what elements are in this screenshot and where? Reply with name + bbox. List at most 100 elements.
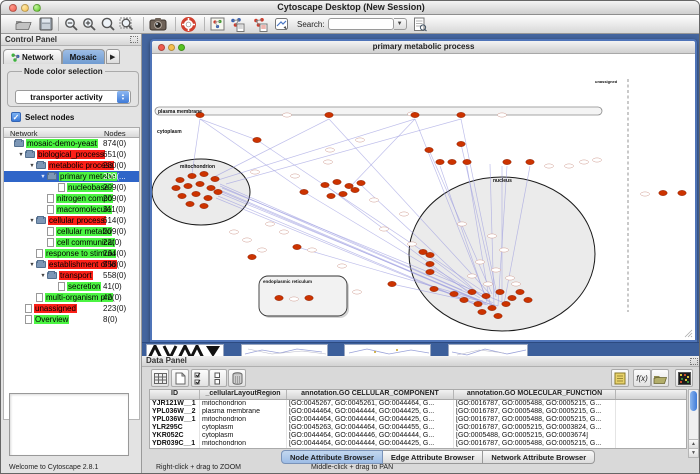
import-attributes-folder-icon[interactable]	[651, 369, 669, 387]
tab-node-attribute-browser[interactable]: Node Attribute Browser	[281, 450, 383, 464]
table-cell[interactable]: mitochondrion	[200, 416, 287, 424]
background-window-fragment[interactable]	[344, 344, 431, 356]
tree-row-nitrogen-compo[interactable]: nitrogen compo209(0)	[4, 193, 139, 204]
select-nodes-checkbox[interactable]: ✓	[11, 112, 21, 122]
table-row-ypl036w-2[interactable]: YPL036W__2plasma membrane[GO:0044464, GO…	[150, 408, 686, 416]
tree-row-secretion[interactable]: secretion41(0)	[4, 281, 139, 292]
float-panel-icon[interactable]	[690, 358, 698, 365]
background-window-fragment[interactable]	[146, 344, 224, 356]
table-cell[interactable]: YJR121W__1	[150, 400, 200, 408]
column-header-annotation-go-molecular-function[interactable]: annotation.GO MOLECULAR_FUNCTION	[454, 390, 616, 399]
vizmapper-icon[interactable]	[274, 15, 289, 33]
tree-row-transport[interactable]: ▼transport558(0)	[4, 270, 139, 281]
tree-row-response-to-stimulu[interactable]: response to stimulu264(0)	[4, 248, 139, 259]
node-color-dropdown[interactable]: transporter activity ▲▼	[15, 90, 131, 104]
table-row-ykr052c[interactable]: YKR052Ccytoplasm[GO:0044464, GO:0044446,…	[150, 432, 686, 440]
expand-arrow-icon[interactable]: ▼	[39, 174, 47, 180]
table-cell[interactable]: YDR039C__1	[150, 440, 200, 448]
table-cell[interactable]: YLR295C	[150, 424, 200, 432]
table-cell[interactable]: [GO:0016787, GO:0005488, GO:0005215, G..…	[454, 408, 616, 416]
table-cell[interactable]: [GO:0016787, GO:0005488, GO:0005215, G..…	[454, 440, 616, 448]
more-tabs-button[interactable]: ▶	[106, 49, 120, 64]
table-row-yjr121w-1[interactable]: YJR121W__1mitochondrion[GO:0045267, GO:0…	[150, 400, 686, 408]
table-scrollbar[interactable]: ▲ ▼	[688, 389, 699, 458]
table-cell[interactable]: mitochondrion	[200, 400, 287, 408]
tree-row-establishment-of-lo[interactable]: ▼establishment of lo558(0)	[4, 259, 139, 270]
help-lifering-icon[interactable]	[181, 15, 196, 33]
search-dropdown-arrow[interactable]: ▼	[394, 18, 407, 30]
table-cell[interactable]: [GO:0016787, GO:0005215, GO:0003824, G..…	[454, 424, 616, 432]
tree-row-mosaic-demo-yeast[interactable]: mosaic-demo-yeast874(0)	[4, 138, 139, 149]
tree-row-cellular-process[interactable]: ▼cellular process614(0)	[4, 215, 139, 226]
tree-row-cellular-metabo[interactable]: cellular metabo209(0)	[4, 226, 139, 237]
tree-row-primary-metabo[interactable]: ▼primary metabo209(...	[4, 171, 139, 182]
table-cell[interactable]: YKR052C	[150, 432, 200, 440]
expand-arrow-icon[interactable]: ▼	[28, 218, 36, 224]
zoom-selected-region-icon[interactable]	[119, 15, 135, 33]
table-cell[interactable]: cytoplasm	[200, 424, 287, 432]
zoom-out-icon[interactable]	[64, 15, 79, 33]
table-cell[interactable]: [GO:0016787, GO:0005488, GO:0005215, G..…	[454, 416, 616, 424]
zoom-fit-icon[interactable]	[100, 15, 116, 33]
search-input[interactable]	[328, 18, 394, 30]
background-window-fragment[interactable]	[241, 344, 328, 356]
zoom-in-icon[interactable]	[82, 15, 97, 33]
scroll-down-arrow[interactable]: ▼	[689, 448, 698, 457]
tree-row-biological-process[interactable]: ▼biological_process651(0)	[4, 149, 139, 160]
window-titlebar[interactable]: Cytoscape Desktop (New Session)	[1, 1, 700, 15]
save-session-icon[interactable]	[39, 15, 53, 33]
create-network-icon[interactable]	[229, 15, 245, 33]
birdseye-view-panel[interactable]	[9, 393, 129, 456]
tree-row-cell-communicat[interactable]: cell communicat22(0)	[4, 237, 139, 248]
tree-row-macromolecule[interactable]: macromolecule311(0)	[4, 204, 139, 215]
table-cell[interactable]: YPL036W__2	[150, 408, 200, 416]
expand-arrow-icon[interactable]: ▼	[28, 163, 36, 169]
background-window-fragment[interactable]	[448, 344, 528, 356]
table-row-ylr295c[interactable]: YLR295Ccytoplasm[GO:0045263, GO:0044464,…	[150, 424, 686, 432]
tab-network[interactable]: Network	[3, 49, 62, 64]
open-file-icon[interactable]	[15, 15, 32, 33]
select-all-attributes-icon[interactable]	[191, 369, 209, 387]
column-header-cellularlayoutregion[interactable]: _cellularLayoutRegion	[200, 390, 287, 399]
tree-row-multi-organism-pro[interactable]: multi-organism pro42(0)	[4, 292, 139, 303]
table-cell[interactable]: [GO:0016787, GO:0005488, GO:0005215, G..…	[454, 400, 616, 408]
network-view-window[interactable]: primary metabolic process plasma membran…	[150, 39, 697, 342]
tree-row-metabolic-process[interactable]: ▼metabolic process280(0)	[4, 160, 139, 171]
tree-row-nucleobase[interactable]: nucleobase-209(0)	[4, 182, 139, 193]
expand-arrow-icon[interactable]: ▼	[39, 273, 47, 279]
expand-arrow-icon[interactable]: ▼	[28, 262, 36, 268]
table-cell[interactable]: mitochondrion	[200, 440, 287, 448]
float-panel-icon[interactable]	[130, 36, 138, 43]
tree-row-overview[interactable]: Overview8(0)	[4, 314, 139, 325]
function-builder-icon[interactable]: f(x)	[633, 369, 651, 387]
attribute-editor-icon[interactable]	[611, 369, 629, 387]
table-cell[interactable]: plasma membrane	[200, 408, 287, 416]
birdseye-view-icon[interactable]	[210, 15, 225, 33]
table-cell[interactable]: [GO:0045267, GO:0045261, GO:0044464, G..…	[287, 400, 454, 408]
tree-row-unassigned[interactable]: unassigned223(0)	[4, 303, 139, 314]
delete-attribute-trash-icon[interactable]	[228, 369, 246, 387]
attribute-table[interactable]: ID_cellularLayoutRegionannotation.GO CEL…	[149, 389, 687, 449]
import-annotation-icon[interactable]	[413, 15, 427, 33]
new-attribute-icon[interactable]	[171, 369, 189, 387]
tab-edge-attribute-browser[interactable]: Edge Attribute Browser	[383, 450, 483, 464]
tab-mosaic[interactable]: Mosaic	[62, 49, 105, 64]
snapshot-camera-icon[interactable]	[149, 15, 167, 33]
table-cell[interactable]: [GO:0044464, GO:0044444, GO:0044425, G..…	[287, 408, 454, 416]
network-view-titlebar[interactable]: primary metabolic process	[152, 41, 695, 54]
tab-network-attribute-browser[interactable]: Network Attribute Browser	[483, 450, 595, 464]
table-row-ydr039c-1[interactable]: YDR039C__1mitochondrion[GO:0044464, GO:0…	[150, 440, 686, 448]
unselect-all-attributes-icon[interactable]	[209, 369, 227, 387]
select-attributes-icon[interactable]	[151, 369, 169, 387]
expand-arrow-icon[interactable]: ▼	[17, 152, 25, 158]
table-cell[interactable]: [GO:0044464, GO:0044444, GO:0044425, G..…	[287, 440, 454, 448]
table-cell[interactable]: cytoplasm	[200, 432, 287, 440]
create-view-icon[interactable]	[252, 15, 268, 33]
column-header-annotation-go-cellular-component[interactable]: annotation.GO CELLULAR_COMPONENT	[287, 390, 454, 399]
scrollbar-thumb[interactable]	[690, 391, 697, 411]
table-cell[interactable]: [GO:0044464, GO:0044446, GO:0044444, G..…	[287, 432, 454, 440]
scroll-up-arrow[interactable]: ▲	[689, 439, 698, 448]
table-cell[interactable]: [GO:0005488, GO:0005215, GO:0003674]	[454, 432, 616, 440]
column-header-id[interactable]: ID	[150, 390, 200, 399]
table-cell[interactable]: [GO:0045263, GO:0044464, GO:0044455, G..…	[287, 424, 454, 432]
